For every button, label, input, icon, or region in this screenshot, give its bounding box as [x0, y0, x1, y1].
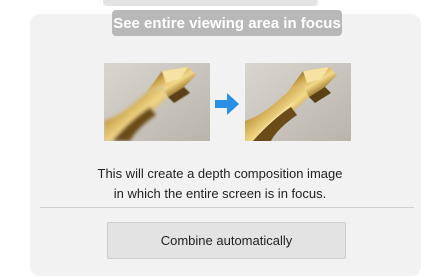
- description: This will create a depth composition ima…: [40, 164, 400, 204]
- divider: [40, 207, 414, 208]
- top-strip: [103, 0, 318, 6]
- panel-title: See entire viewing area in focus: [112, 10, 342, 36]
- drill-bit-after-graphic: [245, 63, 351, 141]
- combine-automatically-button[interactable]: Combine automatically: [107, 222, 346, 259]
- drill-bit-before-graphic: [104, 63, 210, 141]
- before-image: [104, 63, 210, 141]
- after-image: [245, 63, 351, 141]
- description-line-1: This will create a depth composition ima…: [97, 166, 343, 181]
- right-arrow-icon: [214, 92, 240, 116]
- description-line-2: in which the entire screen is in focus.: [113, 186, 327, 201]
